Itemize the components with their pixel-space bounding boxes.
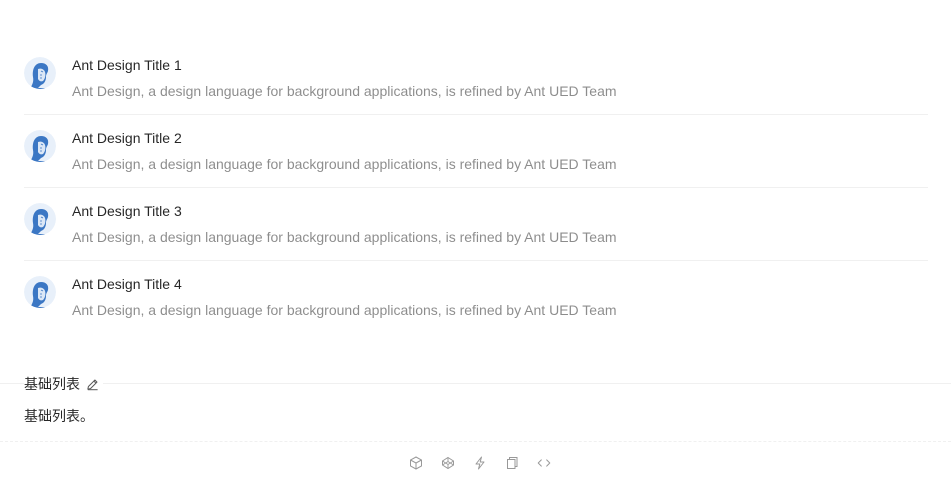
list-item: Ant Design Title 1 Ant Design, a design … xyxy=(24,42,928,115)
code-box-actions xyxy=(0,441,951,483)
copy-icon[interactable] xyxy=(504,455,520,471)
avatar xyxy=(24,57,56,89)
stackblitz-icon[interactable] xyxy=(472,455,488,471)
list-item-description: Ant Design, a design language for backgr… xyxy=(72,83,617,99)
list-item-title[interactable]: Ant Design Title 2 xyxy=(72,127,617,149)
demo-title-text: 基础列表 xyxy=(24,376,80,392)
demo-title: 基础列表 xyxy=(24,375,103,393)
codepen-icon[interactable] xyxy=(440,455,456,471)
list-item-title[interactable]: Ant Design Title 3 xyxy=(72,200,617,222)
list-item-description: Ant Design, a design language for backgr… xyxy=(72,156,617,172)
list-item-title[interactable]: Ant Design Title 4 xyxy=(72,273,617,295)
list-item: Ant Design Title 2 Ant Design, a design … xyxy=(24,115,928,188)
edit-icon[interactable] xyxy=(86,378,99,391)
demo-description: 基础列表。 xyxy=(24,408,94,424)
list-item-title[interactable]: Ant Design Title 1 xyxy=(72,54,617,76)
basic-list: Ant Design Title 1 Ant Design, a design … xyxy=(24,42,928,334)
avatar xyxy=(24,276,56,308)
codesandbox-icon[interactable] xyxy=(408,455,424,471)
expand-code-icon[interactable] xyxy=(536,455,552,471)
list-item-description: Ant Design, a design language for backgr… xyxy=(72,229,617,245)
avatar xyxy=(24,130,56,162)
list-item-description: Ant Design, a design language for backgr… xyxy=(72,302,617,318)
avatar xyxy=(24,203,56,235)
demo-meta-section: 基础列表 基础列表。 xyxy=(0,375,951,424)
code-box-demo: Ant Design Title 1 Ant Design, a design … xyxy=(0,0,951,483)
list-item: Ant Design Title 4 Ant Design, a design … xyxy=(24,261,928,334)
list-item: Ant Design Title 3 Ant Design, a design … xyxy=(24,188,928,261)
